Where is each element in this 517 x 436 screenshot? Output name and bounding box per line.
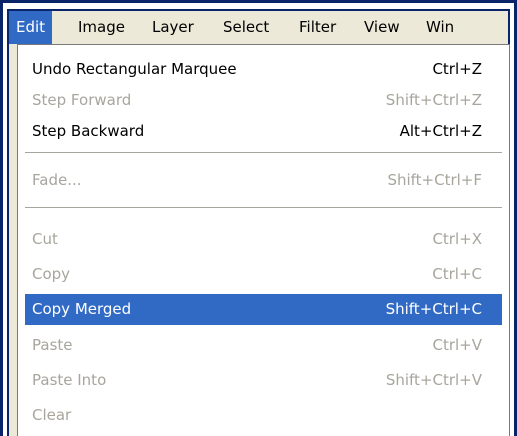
menu-item-shortcut: Shift+Ctrl+V [385, 371, 482, 389]
menu-item-shortcut: Shift+Ctrl+C [385, 300, 482, 318]
menu-item-label: Undo Rectangular Marquee [32, 60, 237, 78]
menu-item-shortcut: Shift+Ctrl+F [387, 171, 482, 189]
menu-image[interactable]: Image [71, 11, 132, 44]
menu-item-shortcut: Ctrl+C [432, 265, 482, 283]
menu-bar: Edit Image Layer Select Filter View Win [9, 11, 508, 44]
menu-separator [25, 152, 502, 153]
menu-item-fade: Fade... Shift+Ctrl+F [25, 165, 502, 196]
menu-item-copy: Copy Ctrl+C [25, 259, 502, 290]
menu-item-label: Fade... [32, 171, 82, 189]
menu-item-shortcut: Ctrl+Z [432, 60, 482, 78]
canvas-edge [9, 46, 17, 436]
menu-separator [25, 207, 502, 208]
menu-item-step-backward[interactable]: Step Backward Alt+Ctrl+Z [25, 116, 502, 147]
menu-select[interactable]: Select [216, 11, 276, 44]
menu-item-cut: Cut Ctrl+X [25, 224, 502, 255]
menu-item-label: Paste Into [32, 371, 107, 389]
menu-item-undo[interactable]: Undo Rectangular Marquee Ctrl+Z [25, 54, 502, 85]
menu-item-step-forward: Step Forward Shift+Ctrl+Z [25, 85, 502, 116]
menu-item-label: Cut [32, 230, 58, 248]
menu-item-clear: Clear [25, 400, 502, 431]
menu-item-label: Copy [32, 265, 71, 283]
menu-item-label: Paste [32, 336, 73, 354]
menu-item-label: Step Forward [32, 91, 132, 109]
menu-item-label: Clear [32, 406, 72, 424]
menu-item-shortcut: Ctrl+V [432, 336, 482, 354]
menu-item-copy-merged[interactable]: Copy Merged Shift+Ctrl+C [25, 294, 502, 325]
menu-item-shortcut: Ctrl+X [432, 230, 482, 248]
menu-item-label: Step Backward [32, 122, 145, 140]
menu-item-paste-into: Paste Into Shift+Ctrl+V [25, 365, 502, 396]
menu-view[interactable]: View [357, 11, 407, 44]
menu-item-shortcut: Shift+Ctrl+Z [385, 91, 482, 109]
menu-item-shortcut: Alt+Ctrl+Z [399, 122, 482, 140]
menu-filter[interactable]: Filter [292, 11, 343, 44]
menu-window[interactable]: Win [419, 11, 461, 44]
menu-item-paste: Paste Ctrl+V [25, 330, 502, 361]
edit-menu-dropdown: Undo Rectangular Marquee Ctrl+Z Step For… [17, 44, 510, 436]
menu-item-label: Copy Merged [32, 300, 132, 318]
menu-edit[interactable]: Edit [9, 11, 53, 44]
menu-layer[interactable]: Layer [145, 11, 201, 44]
